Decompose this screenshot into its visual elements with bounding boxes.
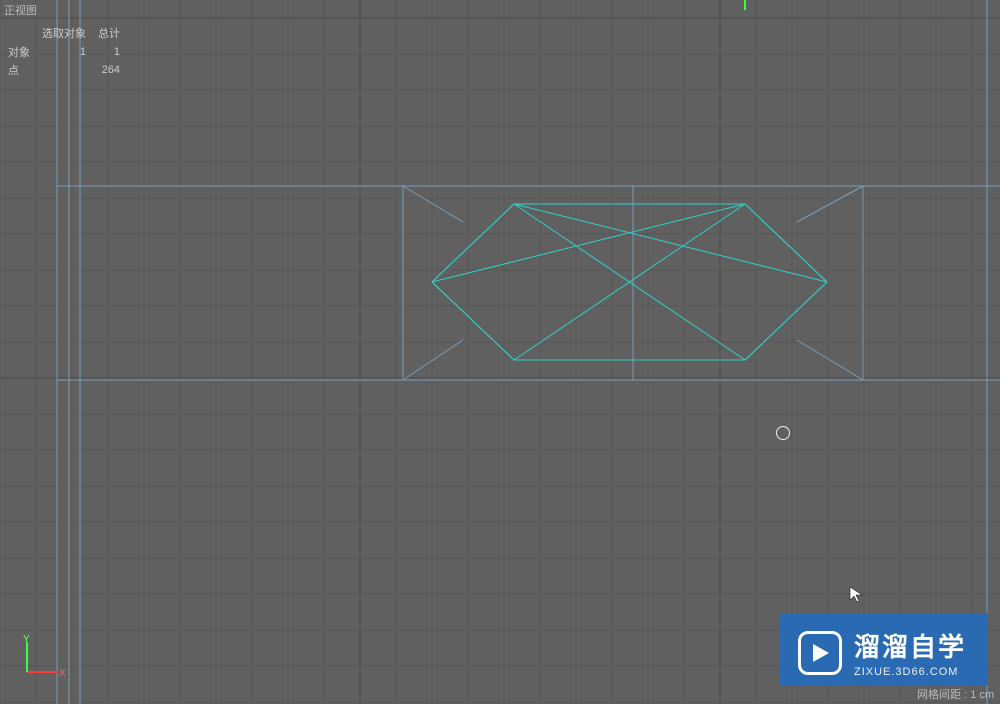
stats-header-total: 总计 (92, 24, 126, 43)
stats-panel: 选取对象 总计 对象 1 1 点 264 (2, 24, 126, 79)
axis-x-label: X (59, 668, 65, 679)
grid-spacing-label: 网格间距 : 1 cm (917, 686, 994, 702)
axis-gizmo[interactable]: X Y (15, 634, 65, 684)
watermark: 溜溜自学 ZIXUE.3D66.COM (780, 613, 988, 686)
mouse-cursor-icon (848, 585, 868, 605)
stats-header-selected: 选取对象 (36, 24, 92, 43)
watermark-subtitle: ZIXUE.3D66.COM (854, 666, 966, 678)
selection-cursor-icon (776, 426, 790, 440)
stats-row-objects: 对象 1 1 (2, 43, 126, 61)
play-icon (798, 631, 842, 675)
watermark-title: 溜溜自学 (854, 627, 966, 664)
axis-y-label: Y (23, 634, 30, 645)
viewport[interactable]: 正视图 选取对象 总计 对象 1 1 点 264 X Y (0, 0, 1000, 704)
stats-row-points: 点 264 (2, 61, 126, 79)
view-label: 正视图 (4, 2, 37, 18)
